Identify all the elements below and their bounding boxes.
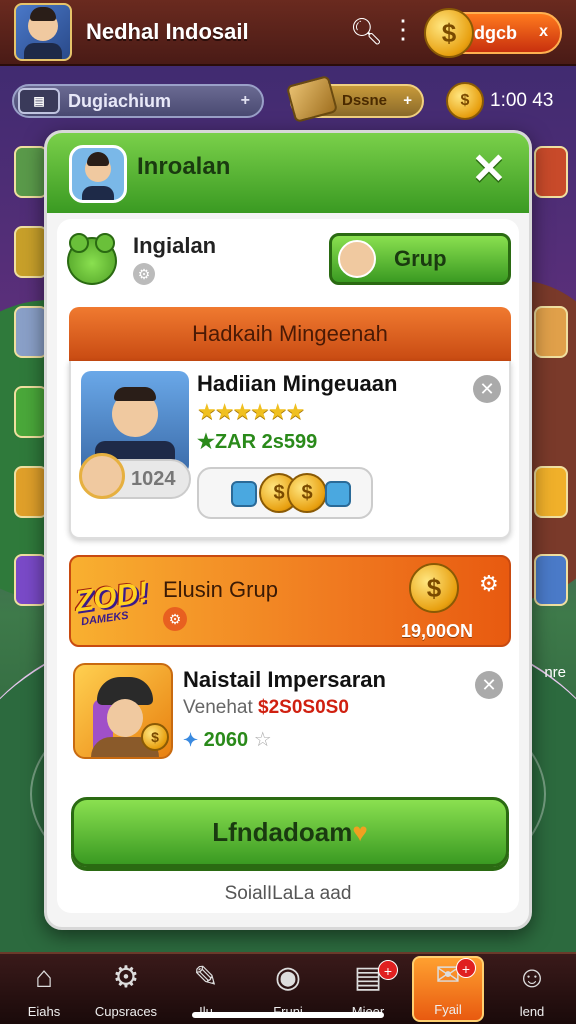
coin-icon: $	[141, 723, 169, 751]
timer-coin-icon: $	[446, 82, 484, 120]
nav-item-fyail[interactable]: ✉ Fyail +	[412, 956, 484, 1022]
mini-avatar	[79, 453, 125, 499]
reward-card-mini-badge: 1024	[79, 453, 191, 499]
pill-close-icon[interactable]: x	[539, 23, 548, 41]
modal-header: Inroalan ✕	[47, 133, 529, 213]
grup-avatar	[338, 240, 376, 278]
coin-balance-pill[interactable]: $ dgcb x	[424, 8, 562, 58]
nav-item-label: Eiahs	[27, 1004, 61, 1019]
ticket-chip-icon: ▤	[18, 88, 60, 114]
side-button-left-4[interactable]	[14, 386, 48, 438]
profile-name: Ingialan	[133, 233, 217, 258]
modal-footer-text[interactable]: SoialILaLa aad	[57, 883, 519, 905]
offer-card-portrait: $	[73, 663, 173, 759]
coin-balance-label: dgcb	[474, 22, 517, 43]
side-button-left-1[interactable]	[14, 146, 48, 198]
reward-card-stat: ★ZAR 2s599	[197, 431, 318, 453]
offer-card-title: Naistail Impersaran	[183, 667, 386, 692]
offer-card-close-icon[interactable]: ✕	[475, 671, 503, 699]
player-name: Nedhal Indosail	[86, 19, 249, 44]
nav-item-cupsraces[interactable]: ⚙ Cupsraces	[90, 960, 162, 1022]
gear-icon: ⚙	[112, 961, 140, 994]
banner-amount: 19,00ON	[401, 621, 474, 641]
offer-stat-value: 2060	[203, 729, 249, 751]
notification-badge: +	[456, 958, 476, 978]
star-icon: ☆	[253, 729, 272, 751]
side-button-left-6[interactable]	[14, 554, 48, 606]
ticket-pill[interactable]: Dssne +	[285, 74, 424, 124]
primary-action-button[interactable]: Lfndadoam♥	[71, 797, 509, 867]
ticket-add-icon[interactable]: +	[403, 86, 412, 116]
timer-text: 1:00 43	[490, 90, 554, 111]
modal-content: Ingialan ⚙ Grup Hadkaih Mingeenah 1024 H…	[57, 219, 519, 913]
settings-small-icon[interactable]: ⚙	[133, 263, 155, 285]
coin-icon: $	[287, 473, 327, 513]
notification-badge: +	[378, 960, 398, 980]
profile-icon: ☺	[516, 961, 548, 994]
grup-button-label: Grup	[394, 246, 447, 271]
reward-card-mini-value: 1024	[131, 468, 176, 490]
modal-dialog: Inroalan ✕ Ingialan ⚙ Grup Hadkaih Minge…	[44, 130, 532, 930]
primary-action-label: Lfndadoam	[212, 817, 353, 847]
player-avatar[interactable]	[14, 3, 72, 61]
grup-banner[interactable]: ZOD! DAMEKS Elusin Grup ⚙ $ 19,00ON ⚙	[69, 555, 511, 647]
reward-card-close-icon[interactable]: ✕	[473, 375, 501, 403]
ball-icon: ◉	[274, 961, 302, 994]
ticket-icon	[285, 74, 339, 124]
more-options-icon[interactable]: ⋮	[390, 14, 416, 44]
banner-sub-icon: ⚙	[163, 607, 187, 631]
close-icon[interactable]: ✕	[467, 147, 511, 191]
nav-item-home[interactable]: ⌂ Eiahs	[8, 960, 80, 1022]
grup-button[interactable]: Grup	[329, 233, 511, 285]
side-button-right-1[interactable]	[534, 146, 568, 198]
side-right-label: nre	[544, 664, 566, 681]
side-button-left-3[interactable]	[14, 306, 48, 358]
feather-icon: ✎	[193, 961, 219, 994]
nav-item-lend[interactable]: ☺ lend	[496, 960, 568, 1022]
banner-coin-icon: $	[409, 563, 459, 613]
profile-row: Ingialan ⚙ Grup	[67, 229, 511, 293]
side-button-left-5[interactable]	[14, 466, 48, 518]
gem-icon: ✦	[183, 730, 199, 750]
star-rating: ★★★★★★	[197, 399, 305, 424]
reward-card-title: Hadiian Mingeuaan	[197, 371, 398, 396]
section-header: Hadkaih Mingeenah	[69, 307, 511, 361]
nav-item-label: lend	[519, 1004, 545, 1019]
coin-reward-box[interactable]: $ $	[197, 467, 373, 519]
bear-icon	[67, 233, 117, 285]
offer-sub-label: Venehat	[183, 697, 253, 718]
home-indicator[interactable]	[192, 1012, 384, 1018]
side-button-right-2[interactable]	[534, 306, 568, 358]
puzzle-icon	[231, 481, 257, 507]
ticket-pill-label: Dssne	[342, 92, 388, 109]
banner-title: Elusin Grup	[163, 577, 278, 602]
gear-icon[interactable]: ⚙	[479, 571, 499, 597]
offer-card[interactable]: $ Naistail Impersaran Venehat $2S0S0S0 ✦…	[69, 659, 511, 779]
resource-bar: ▤ Dugiachium + Dssne + $ 1:00 43	[0, 74, 576, 128]
offer-stat: ✦ 2060 ☆	[183, 727, 272, 752]
home-icon: ⌂	[34, 961, 54, 994]
offer-card-subtitle: Venehat $2S0S0S0	[183, 697, 349, 719]
location-pill-label: Dugiachium	[68, 91, 172, 111]
modal-title: Inroalan	[137, 153, 231, 180]
puzzle-icon	[325, 481, 351, 507]
heart-icon: ♥	[352, 817, 368, 847]
location-pill[interactable]: ▤ Dugiachium +	[12, 84, 264, 118]
location-add-icon[interactable]: +	[241, 86, 250, 116]
search-icon[interactable]: 🔍︎	[350, 16, 383, 46]
reward-card[interactable]: 1024 Hadiian Mingeuaan ★★★★★★ ★ZAR 2s599…	[69, 361, 511, 539]
nav-item-label: Fyail	[434, 1002, 462, 1017]
side-button-left-2[interactable]	[14, 226, 48, 278]
side-button-right-3[interactable]	[534, 466, 568, 518]
side-button-right-4[interactable]	[534, 554, 568, 606]
modal-avatar	[69, 145, 127, 203]
coin-icon: $	[424, 8, 474, 58]
nav-item-label: Cupsraces	[94, 1004, 158, 1019]
offer-price: $2S0S0S0	[258, 697, 349, 718]
